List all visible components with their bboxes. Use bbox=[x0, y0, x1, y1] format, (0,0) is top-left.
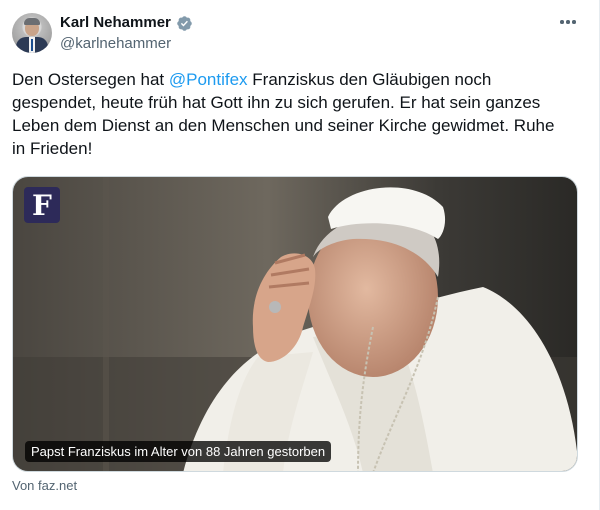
tweet-text-segment: Franziskus den Gläubigen noch bbox=[247, 70, 492, 89]
article-photo bbox=[13, 177, 577, 471]
tweet: Karl Nehammer @karlnehammer Den Osterseg… bbox=[0, 0, 600, 510]
more-options-button[interactable] bbox=[556, 10, 580, 34]
link-source[interactable]: Von faz.net bbox=[12, 478, 77, 493]
tweet-text-line: Leben dem Dienst an den Menschen und sei… bbox=[12, 116, 555, 135]
more-dot-icon bbox=[572, 20, 576, 24]
verified-badge-icon bbox=[177, 16, 192, 31]
tweet-text-line: gespendet, heute früh hat Gott ihn zu si… bbox=[12, 93, 541, 112]
tweet-text-segment: Den Ostersegen hat bbox=[12, 70, 169, 89]
mention-link[interactable]: @Pontifex bbox=[169, 70, 248, 89]
tweet-text: Den Ostersegen hat @Pontifex Franziskus … bbox=[12, 68, 572, 160]
author-handle[interactable]: @karlnehammer bbox=[60, 35, 171, 52]
author-name[interactable]: Karl Nehammer bbox=[60, 14, 171, 31]
article-title: Papst Franziskus im Alter von 88 Jahren … bbox=[25, 441, 332, 462]
faz-logo: F bbox=[24, 187, 60, 223]
link-preview-card[interactable]: F Papst Franziskus im Alter von 88 Jahre… bbox=[12, 176, 578, 472]
more-dot-icon bbox=[566, 20, 570, 24]
tweet-text-line: in Frieden! bbox=[12, 139, 93, 158]
avatar[interactable] bbox=[12, 13, 52, 53]
more-dot-icon bbox=[560, 20, 564, 24]
